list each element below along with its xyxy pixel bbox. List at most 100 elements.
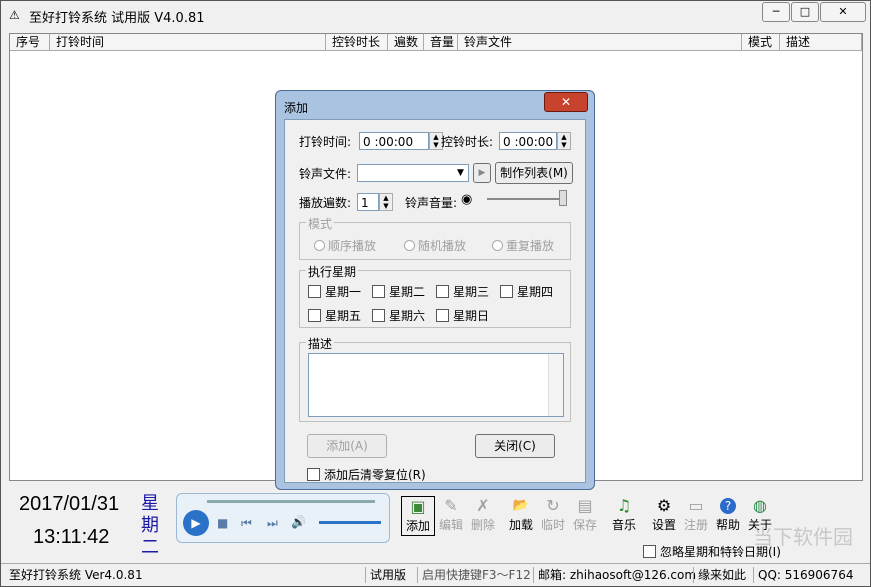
- col-desc[interactable]: 描述: [780, 34, 862, 50]
- add-confirm-button[interactable]: 添加(A): [307, 434, 387, 458]
- description-textarea[interactable]: [308, 353, 564, 417]
- toolbar-save-button[interactable]: ▤ 保存: [569, 496, 601, 534]
- volume-slider[interactable]: [319, 521, 381, 524]
- toolbar-load-button[interactable]: 📂 加载: [505, 496, 537, 534]
- chevron-down-icon[interactable]: ▼: [453, 165, 468, 181]
- mode-radio-random[interactable]: 随机播放: [404, 237, 466, 254]
- toolbar-music-button[interactable]: ♫ 音乐: [608, 496, 640, 534]
- toolbar-settings-button[interactable]: ⚙ 设置: [648, 496, 680, 534]
- volume-label: 铃声音量:: [405, 196, 458, 210]
- temp-icon: ↻: [546, 496, 560, 515]
- weekday-checkbox-tue[interactable]: 星期二: [372, 283, 425, 300]
- play-preview-button[interactable]: ▶: [473, 163, 491, 183]
- play-button[interactable]: ▶: [183, 510, 209, 536]
- toolbar-temp-button[interactable]: ↻ 临时: [537, 496, 569, 534]
- checkbox-label: 星期三: [453, 285, 490, 299]
- toolbar-label: 音乐: [611, 518, 636, 532]
- reset-after-add-checkbox[interactable]: 添加后清零复位(R): [307, 466, 426, 483]
- speaker-icon: ◉: [461, 192, 473, 207]
- duration-label: 控铃时长:: [441, 135, 494, 149]
- toolbar-edit-button[interactable]: ✎ 编辑: [435, 496, 467, 534]
- toolbar-help-button[interactable]: ? 帮助: [712, 496, 744, 534]
- toolbar-add-button[interactable]: ▣ 添加: [401, 496, 435, 536]
- col-duration[interactable]: 控铃时长: [326, 34, 388, 50]
- toolbar-register-button[interactable]: ▭ 注册: [680, 496, 712, 534]
- description-scrollbar[interactable]: [548, 354, 563, 416]
- radio-label: 随机播放: [418, 239, 467, 253]
- window-title: 至好打铃系统 试用版 V4.0.81: [29, 11, 205, 26]
- register-icon: ▭: [688, 496, 704, 515]
- toolbar-label: 编辑: [438, 518, 463, 532]
- duration-spinner[interactable]: ▲ ▼: [557, 132, 571, 150]
- volume-icon[interactable]: 🔊: [291, 515, 306, 529]
- weekday-checkbox-wed[interactable]: 星期三: [436, 283, 489, 300]
- col-ring-time[interactable]: 打铃时间: [50, 34, 326, 50]
- toolbar-delete-button[interactable]: ✗ 删除: [467, 496, 499, 534]
- weekday-checkbox-sun[interactable]: 星期日: [436, 307, 489, 324]
- mode-radio-repeat[interactable]: 重复播放: [492, 237, 554, 254]
- add-icon: ▣: [410, 497, 426, 516]
- checkbox-label: 星期一: [325, 285, 362, 299]
- music-icon: ♫: [616, 496, 632, 515]
- checkbox-label: 星期六: [389, 309, 426, 323]
- status-email: 邮箱: zhihaosoft@126.com: [533, 567, 696, 583]
- duration-input[interactable]: 0 :00:00: [499, 132, 557, 150]
- checkbox-label: 忽略星期和特铃日期(I): [660, 545, 781, 559]
- toolbar-label: 加载: [508, 518, 533, 532]
- time-display: 13:11:42: [33, 526, 110, 548]
- edit-icon: ✎: [444, 496, 458, 515]
- next-button[interactable]: ⏭: [267, 516, 278, 531]
- app-icon: ⚠: [9, 8, 20, 22]
- toolbar-label: 帮助: [715, 518, 740, 532]
- ring-time-input[interactable]: 0 :00:00: [359, 132, 429, 150]
- radio-label: 重复播放: [506, 239, 555, 253]
- add-dialog: 添加 ✕ 打铃时间: 0 :00:00 ▲ ▼ 控铃时长: 0 :00:00 ▲ ▼…: [275, 90, 595, 490]
- status-bar: 至好打铃系统 Ver4.0.81 试用版 启用快捷键F3～F12 邮箱: zhi…: [1, 563, 870, 586]
- status-app: 至好打铃系统 Ver4.0.81: [9, 568, 143, 582]
- col-mode[interactable]: 模式: [742, 34, 780, 50]
- checkbox-label: 星期五: [325, 309, 362, 323]
- volume-track[interactable]: [487, 198, 563, 200]
- col-count[interactable]: 遍数: [388, 34, 424, 50]
- make-playlist-button[interactable]: 制作列表(M): [495, 162, 573, 184]
- stop-button[interactable]: ■: [217, 516, 228, 530]
- toolbar-label: 注册: [683, 518, 708, 532]
- checkbox-label: 添加后清零复位(R): [324, 468, 426, 482]
- folder-icon: 📂: [512, 498, 530, 513]
- minimize-button[interactable]: ─: [762, 2, 790, 22]
- status-edition: 试用版: [365, 567, 406, 583]
- weekday-checkbox-sat[interactable]: 星期六: [372, 307, 425, 324]
- weekday-checkbox-thu[interactable]: 星期四: [500, 283, 553, 300]
- dialog-close-button[interactable]: ✕: [544, 92, 588, 112]
- col-index[interactable]: 序号: [10, 34, 50, 50]
- toolbar-label: 保存: [572, 518, 597, 532]
- checkbox-box[interactable]: [643, 545, 656, 558]
- description-title: 描述: [306, 335, 335, 352]
- status-slogan: 缘来如此: [693, 567, 746, 583]
- toolbar-label: 设置: [651, 518, 676, 532]
- play-count-label: 播放遍数:: [299, 196, 352, 210]
- weekday-checkbox-fri[interactable]: 星期五: [308, 307, 361, 324]
- gear-icon: ⚙: [656, 496, 672, 515]
- list-header: 序号 打铃时间 控铃时长 遍数 音量 铃声文件 模式 描述: [10, 34, 862, 51]
- media-player: ▶ ■ ⏮ ⏭ 🔊: [176, 493, 390, 543]
- close-button[interactable]: ✕: [820, 2, 866, 22]
- mode-title: 模式: [306, 215, 335, 232]
- play-count-input[interactable]: 1: [357, 193, 379, 211]
- dialog-close-action-button[interactable]: 关闭(C): [475, 434, 555, 458]
- mode-group: 模式 顺序播放 随机播放 重复播放: [299, 215, 571, 260]
- status-hotkey: 启用快捷键F3～F12: [417, 567, 531, 583]
- weekday-checkbox-mon[interactable]: 星期一: [308, 283, 361, 300]
- weekday-group: 执行星期 星期一 星期二 星期三 星期四 星期五 星期六 星期日: [299, 263, 571, 328]
- checkbox-label: 星期四: [517, 285, 554, 299]
- mode-radio-sequential[interactable]: 顺序播放: [314, 237, 376, 254]
- prev-button[interactable]: ⏮: [241, 516, 252, 531]
- maximize-button[interactable]: □: [791, 2, 819, 22]
- volume-thumb[interactable]: [559, 190, 567, 206]
- col-file[interactable]: 铃声文件: [458, 34, 742, 50]
- ignore-holiday-checkbox[interactable]: 忽略星期和特铃日期(I): [643, 543, 781, 560]
- play-count-spinner[interactable]: ▲ ▼: [379, 193, 393, 211]
- toolbar-label: 临时: [540, 518, 565, 532]
- col-volume[interactable]: 音量: [424, 34, 458, 50]
- progress-slider[interactable]: [207, 500, 375, 503]
